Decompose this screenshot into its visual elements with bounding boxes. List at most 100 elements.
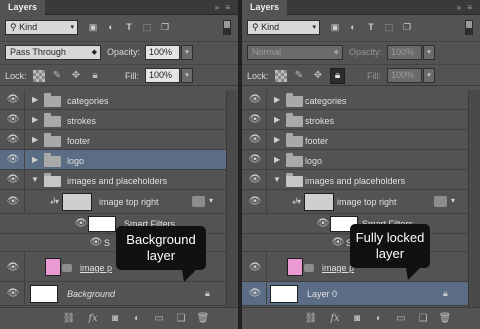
layer-row-image-top-right[interactable]: 👁︎ ↲ ▾ image top right ▾: [0, 190, 226, 214]
blend-mode-dropdown[interactable]: Pass Through ◆: [5, 45, 101, 60]
fill-input[interactable]: 100%: [387, 68, 422, 83]
fx-icon[interactable]: fx: [328, 312, 342, 326]
tab-layers[interactable]: Layers: [242, 0, 288, 15]
expand-triangle-icon[interactable]: ▶: [274, 155, 280, 164]
eye-icon[interactable]: 👁︎: [73, 218, 89, 229]
layer-row-layer-0[interactable]: 👁︎ Layer 0 🔒︎: [242, 282, 468, 306]
eye-icon[interactable]: 👁︎: [5, 196, 21, 207]
opacity-slider-button[interactable]: ▾: [423, 45, 435, 60]
eye-icon[interactable]: 👁︎: [5, 154, 21, 165]
adjustment-filter-icon[interactable]: ◐: [346, 21, 360, 34]
collapse-triangle-icon[interactable]: ▾: [297, 197, 301, 206]
shape-filter-icon[interactable]: ⬚: [382, 21, 396, 34]
expand-triangle-icon[interactable]: ▶: [32, 115, 38, 124]
expand-triangle-icon[interactable]: ▶: [274, 135, 280, 144]
lock-image-pixels-icon[interactable]: ✎: [293, 70, 305, 82]
lock-transparent-pixels-icon[interactable]: [33, 70, 45, 82]
lock-all-icon[interactable]: 🔒︎: [330, 68, 345, 84]
eye-icon[interactable]: 👁︎: [5, 134, 21, 145]
collapse-triangle-icon[interactable]: ▾: [209, 196, 213, 205]
layer-row-categories[interactable]: 👁︎ ▶ categories: [0, 90, 226, 110]
layer-row-strokes[interactable]: 👁︎ ▶ strokes: [242, 110, 468, 130]
pixel-filter-icon[interactable]: ▣: [328, 21, 342, 34]
layer-row-logo[interactable]: 👁︎ ▶ logo: [0, 150, 226, 170]
fill-slider-button[interactable]: ▾: [423, 68, 435, 83]
scrollbar[interactable]: [468, 90, 480, 307]
fill-slider-button[interactable]: ▾: [181, 68, 193, 83]
smart-object-filter-icon[interactable]: ❐: [400, 21, 414, 34]
kind-filter-dropdown[interactable]: ⚲ Kind ▾: [247, 20, 320, 35]
layer-row-footer[interactable]: 👁︎ ▶ footer: [242, 130, 468, 150]
adjustment-icon[interactable]: ◐: [372, 312, 386, 326]
opacity-slider-button[interactable]: ▾: [181, 45, 193, 60]
expand-triangle-icon[interactable]: ▶: [32, 135, 38, 144]
expand-triangle-icon[interactable]: ▶: [274, 95, 280, 104]
expand-triangle-icon[interactable]: ▶: [274, 115, 280, 124]
link-icon[interactable]: ⛓: [62, 312, 76, 326]
trash-icon[interactable]: 🗑︎: [438, 312, 452, 326]
eye-icon[interactable]: 👁︎: [247, 196, 263, 207]
lock-position-icon[interactable]: ✥: [70, 70, 82, 82]
eye-icon[interactable]: 👁︎: [247, 174, 263, 185]
adjustment-icon[interactable]: ◐: [130, 312, 144, 326]
tab-layers[interactable]: Layers: [0, 0, 46, 15]
trash-icon[interactable]: 🗑︎: [196, 312, 210, 326]
expand-triangle-icon[interactable]: ▶: [32, 95, 38, 104]
layer-row-image-top-right[interactable]: 👁︎ ↲ ▾ image top right ▾: [242, 190, 468, 214]
adjustment-filter-icon[interactable]: ◐: [104, 21, 118, 34]
new-group-icon[interactable]: ▭: [152, 312, 166, 326]
expand-triangle-icon[interactable]: ▶: [32, 155, 38, 164]
lock-all-icon[interactable]: 🔒︎: [89, 70, 101, 82]
new-group-icon[interactable]: ▭: [394, 312, 408, 326]
collapse-triangle-icon[interactable]: ▼: [273, 175, 281, 184]
lock-position-icon[interactable]: ✥: [312, 70, 324, 82]
lock-transparent-pixels-icon[interactable]: [275, 70, 287, 82]
lock-image-pixels-icon[interactable]: ✎: [51, 70, 63, 82]
blend-mode-dropdown[interactable]: Normal ◆: [247, 45, 343, 60]
eye-icon[interactable]: 👁︎: [5, 288, 21, 299]
opacity-input[interactable]: 100%: [387, 45, 422, 60]
link-icon[interactable]: ⛓: [304, 312, 318, 326]
scrollbar[interactable]: [226, 90, 238, 307]
collapse-triangle-icon[interactable]: ▼: [31, 175, 39, 184]
eye-icon[interactable]: 👁︎: [5, 94, 21, 105]
fill-input[interactable]: 100%: [145, 68, 180, 83]
eye-icon[interactable]: 👁︎: [247, 134, 263, 145]
shape-filter-icon[interactable]: ⬚: [140, 21, 154, 34]
layer-row-footer[interactable]: 👁︎ ▶ footer: [0, 130, 226, 150]
eye-icon[interactable]: 👁︎: [247, 262, 263, 273]
eye-icon[interactable]: 👁︎: [5, 174, 21, 185]
filter-toggle-switch[interactable]: [223, 20, 231, 35]
layer-row-images-and-placeholders[interactable]: 👁︎ ▼ images and placeholders: [0, 170, 226, 190]
mask-icon[interactable]: ◙: [108, 312, 122, 326]
eye-icon[interactable]: 👁︎: [5, 114, 21, 125]
type-filter-icon[interactable]: T: [122, 21, 136, 34]
eye-icon[interactable]: 👁︎: [247, 114, 263, 125]
smart-object-filter-icon[interactable]: ❐: [158, 21, 172, 34]
eye-icon[interactable]: 👁︎: [330, 237, 346, 248]
eye-icon[interactable]: 👁︎: [247, 154, 263, 165]
layer-row-images-and-placeholders[interactable]: 👁︎ ▼ images and placeholders: [242, 170, 468, 190]
collapse-triangle-icon[interactable]: ▾: [451, 196, 455, 205]
layer-row-logo[interactable]: 👁︎ ▶ logo: [242, 150, 468, 170]
pixel-filter-icon[interactable]: ▣: [86, 21, 100, 34]
layer-row-background[interactable]: 👁︎ Background 🔒︎: [0, 282, 226, 306]
new-layer-icon[interactable]: ❏: [174, 312, 188, 326]
filter-toggle-switch[interactable]: [465, 20, 473, 35]
type-filter-icon[interactable]: T: [364, 21, 378, 34]
panel-menu-icon[interactable]: » ≡: [215, 3, 232, 12]
layer-row-strokes[interactable]: 👁︎ ▶ strokes: [0, 110, 226, 130]
new-layer-icon[interactable]: ❏: [416, 312, 430, 326]
eye-icon[interactable]: 👁︎: [247, 288, 263, 299]
eye-icon[interactable]: 👁︎: [88, 237, 104, 248]
collapse-triangle-icon[interactable]: ▾: [55, 197, 59, 206]
eye-icon[interactable]: 👁︎: [5, 262, 21, 273]
fx-icon[interactable]: fx: [86, 312, 100, 326]
kind-filter-dropdown[interactable]: ⚲ Kind ▾: [5, 20, 78, 35]
eye-icon[interactable]: 👁︎: [315, 218, 331, 229]
mask-icon[interactable]: ◙: [350, 312, 364, 326]
eye-icon[interactable]: 👁︎: [247, 94, 263, 105]
layer-row-categories[interactable]: 👁︎ ▶ categories: [242, 90, 468, 110]
opacity-input[interactable]: 100%: [145, 45, 180, 60]
panel-menu-icon[interactable]: » ≡: [457, 3, 474, 12]
